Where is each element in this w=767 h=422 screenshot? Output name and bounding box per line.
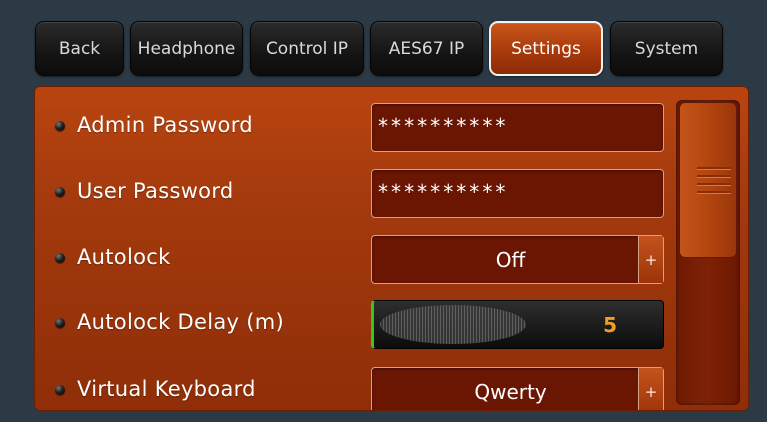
grip-line — [697, 175, 731, 178]
bullet-icon — [55, 253, 65, 263]
bullet-icon — [55, 318, 65, 328]
setting-row-user-password: User Password ********** — [35, 169, 675, 219]
admin-password-field[interactable]: ********** — [371, 103, 664, 152]
tab-system[interactable]: System — [610, 21, 723, 76]
autolock-select[interactable]: Off + — [371, 235, 664, 284]
scrollbar-thumb[interactable] — [679, 102, 737, 258]
setting-row-autolock-delay: Autolock Delay (m) 5 — [35, 300, 675, 350]
virtual-keyboard-plus-button[interactable]: + — [638, 368, 663, 410]
tab-headphone[interactable]: Headphone — [130, 21, 243, 76]
virtual-keyboard-select[interactable]: Qwerty + — [371, 367, 664, 410]
setting-row-virtual-keyboard: Virtual Keyboard Qwerty + — [35, 367, 675, 410]
autolock-delay-value: 5 — [603, 313, 617, 337]
grip-line — [697, 191, 731, 194]
tab-back[interactable]: Back — [35, 21, 124, 76]
setting-row-admin-password: Admin Password ********** — [35, 103, 675, 153]
scrollbar-track[interactable] — [676, 100, 740, 405]
bullet-icon — [55, 385, 65, 395]
grip-line — [697, 183, 731, 186]
admin-password-label: Admin Password — [77, 113, 253, 137]
autolock-plus-button[interactable]: + — [638, 236, 663, 283]
user-password-label: User Password — [77, 179, 234, 203]
tab-aes67-ip[interactable]: AES67 IP — [370, 21, 483, 76]
tab-control-ip[interactable]: Control IP — [250, 21, 364, 76]
slider-thumb[interactable] — [380, 305, 526, 344]
autolock-delay-label: Autolock Delay (m) — [77, 310, 284, 334]
tab-bar: Back Headphone Control IP AES67 IP Setti… — [0, 0, 767, 86]
autolock-value: Off — [495, 247, 526, 272]
settings-panel: Admin Password ********** User Password … — [34, 86, 749, 411]
tab-settings[interactable]: Settings — [489, 21, 603, 76]
virtual-keyboard-value: Qwerty — [474, 379, 547, 404]
autolock-delay-slider[interactable]: 5 — [371, 300, 664, 349]
user-password-field[interactable]: ********** — [371, 169, 664, 218]
bullet-icon — [55, 187, 65, 197]
bullet-icon — [55, 121, 65, 131]
grip-line — [697, 167, 731, 170]
setting-row-autolock: Autolock Off + — [35, 235, 675, 285]
autolock-label: Autolock — [77, 245, 171, 269]
virtual-keyboard-label: Virtual Keyboard — [77, 377, 256, 401]
